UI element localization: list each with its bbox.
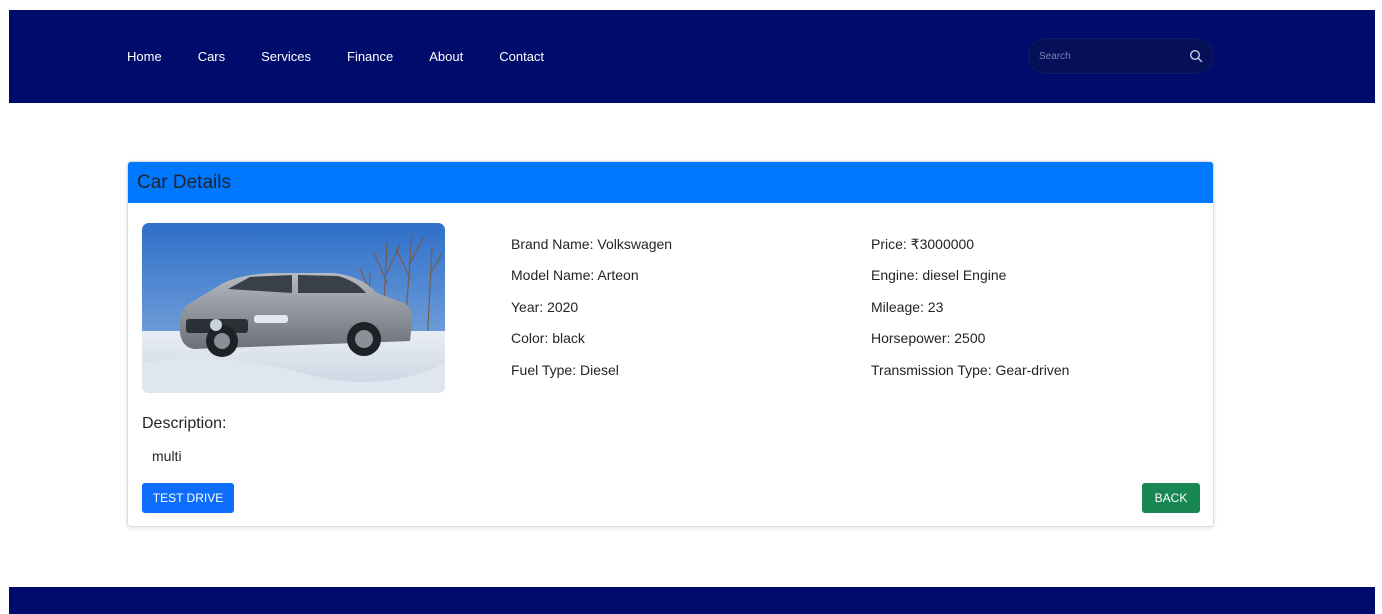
top-navbar: Home Cars Services Finance About Contact [9, 10, 1375, 103]
detail-model-name: Model Name: Arteon [511, 267, 639, 283]
card-title: Car Details [137, 172, 231, 193]
nav-link-about[interactable]: About [429, 49, 463, 64]
nav-link-finance[interactable]: Finance [347, 49, 393, 64]
car-photo [142, 223, 445, 393]
back-button[interactable]: BACK [1142, 483, 1200, 513]
detail-brand-name: Brand Name: Volkswagen [511, 236, 673, 252]
nav-link-home[interactable]: Home [127, 49, 162, 64]
description-label: Description: [142, 415, 227, 432]
nav-link-services[interactable]: Services [261, 49, 311, 64]
detail-horsepower: Horsepower: 2500 [871, 330, 986, 346]
car-image [142, 223, 445, 393]
nav-link-contact[interactable]: Contact [499, 49, 544, 64]
nav-link-cars[interactable]: Cars [198, 49, 225, 64]
test-drive-button[interactable]: TEST DRIVE [142, 483, 234, 513]
detail-year: Year: 2020 [511, 299, 579, 315]
description-text: multi [152, 448, 182, 464]
footer-bar [9, 587, 1375, 614]
card-header: Car Details [128, 162, 1213, 203]
detail-fuel-type: Fuel Type: Diesel [511, 362, 619, 378]
search-icon[interactable] [1189, 49, 1203, 63]
detail-engine: Engine: diesel Engine [871, 267, 1007, 283]
search-box [1028, 38, 1214, 74]
car-details-card: Car Details Brand Name: Volkswagen Model… [127, 161, 1214, 527]
detail-price: Price: ₹3000000 [871, 236, 975, 252]
nav-links: Home Cars Services Finance About Contact [127, 10, 580, 103]
search-input[interactable] [1029, 39, 1179, 73]
detail-mileage: Mileage: 23 [871, 299, 944, 315]
detail-transmission-type: Transmission Type: Gear-driven [871, 362, 1070, 378]
detail-color: Color: black [511, 330, 585, 346]
